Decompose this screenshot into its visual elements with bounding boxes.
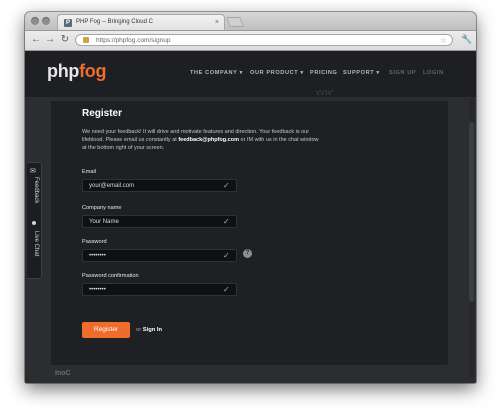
email-check-icon: ✓: [223, 181, 230, 190]
tab-strip: P PHP Fog -- Bringing Cloud C ×: [25, 12, 476, 31]
password-field[interactable]: ••••••••: [82, 249, 237, 262]
live-chat-tab-label[interactable]: Live Chat: [33, 231, 39, 256]
nav-pricing[interactable]: PRICING: [310, 70, 338, 76]
url-text: https://phpfog.com/signup: [96, 37, 171, 44]
password-label: Password: [82, 239, 107, 245]
register-panel: Register We need your feedback! It will …: [51, 101, 448, 365]
confirmation-check-icon: ✓: [223, 285, 230, 294]
feedback-side-tab[interactable]: ✉ Feedback Live Chat: [27, 162, 42, 279]
wrench-icon[interactable]: 🔧: [461, 34, 472, 45]
page-title: Register: [82, 108, 123, 119]
feedback-tab-label[interactable]: Feedback: [33, 177, 39, 203]
tab-close-icon[interactable]: ×: [215, 15, 219, 30]
email-field[interactable]: your@email.com: [82, 179, 237, 192]
star-icon[interactable]: ☆: [440, 35, 447, 47]
reload-icon[interactable]: ↻: [58, 33, 72, 47]
help-icon[interactable]: ?: [243, 249, 252, 258]
browser-window: P PHP Fog -- Bringing Cloud C × ← → ↻ ht…: [25, 12, 476, 383]
back-arrow-icon[interactable]: ←: [29, 33, 43, 47]
nav-the-company[interactable]: THE COMPANY ▾: [190, 70, 243, 76]
or-text: or: [136, 327, 143, 333]
phpfog-logo[interactable]: phpfog: [47, 61, 106, 82]
nav-sign-up[interactable]: SIGN UP: [389, 70, 416, 76]
company-label: Company name: [82, 205, 122, 211]
browser-toolbar: ← → ↻ https://phpfog.com/signup ☆ 🔧: [25, 31, 476, 51]
tab-title: PHP Fog -- Bringing Cloud C: [76, 19, 153, 25]
intro-text: We need your feedback! It will drive and…: [82, 128, 322, 152]
password-confirmation-field[interactable]: ••••••••: [82, 283, 237, 296]
sign-in-prompt: or Sign In: [136, 327, 162, 333]
company-check-icon: ✓: [223, 217, 230, 226]
email-label: Email: [82, 169, 96, 175]
nav-our-product[interactable]: OUR PRODUCT ▾: [250, 70, 304, 76]
minimize-window-button[interactable]: [42, 17, 50, 25]
company-name-field[interactable]: Your Name: [82, 215, 237, 228]
feedback-email-link[interactable]: feedback@phpfog.com: [178, 137, 239, 143]
scrollbar-thumb[interactable]: [469, 122, 474, 302]
logo-php: php: [47, 61, 80, 81]
password-check-icon: ✓: [223, 251, 230, 260]
chat-bubble-icon: ✉: [30, 168, 36, 175]
register-button[interactable]: Register: [82, 322, 130, 338]
nav-active-indicator: [316, 90, 333, 95]
tab-separator-dot: [32, 221, 36, 225]
sign-in-link[interactable]: Sign In: [143, 327, 162, 333]
browser-tab[interactable]: P PHP Fog -- Bringing Cloud C ×: [57, 14, 225, 30]
nav-login[interactable]: LOGIN: [423, 70, 444, 76]
favicon-icon: P: [64, 19, 72, 27]
footer-heading-fragment: InoC: [55, 370, 71, 377]
password-confirmation-label: Password confirmation: [82, 273, 139, 279]
nav-support[interactable]: SUPPORT ▾: [343, 70, 380, 76]
close-window-button[interactable]: [31, 17, 39, 25]
new-tab-button[interactable]: [226, 17, 244, 27]
forward-arrow-icon[interactable]: →: [43, 33, 57, 47]
address-bar[interactable]: https://phpfog.com/signup ☆: [75, 34, 453, 46]
lock-icon: [83, 37, 89, 43]
site-header: phpfog THE COMPANY ▾ OUR PRODUCT ▾ PRICI…: [25, 51, 476, 97]
logo-fog: fog: [79, 61, 107, 81]
